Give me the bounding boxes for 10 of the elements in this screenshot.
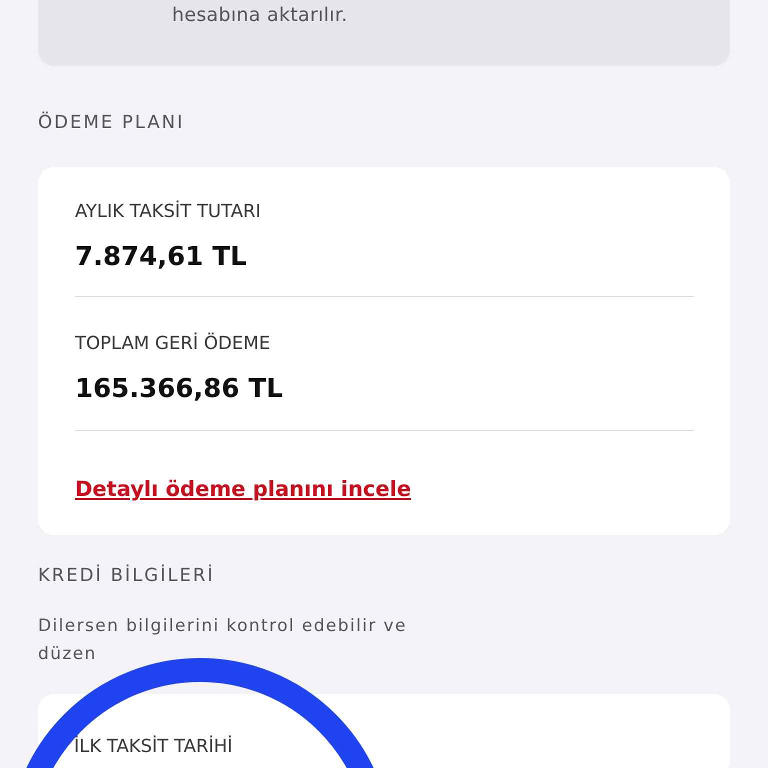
field-value: 7.874,61 TL	[75, 242, 248, 272]
field-label: İLK TAKSİT TARİHİ	[74, 734, 233, 757]
section-heading: KREDİ BİLGİLERİ	[38, 565, 216, 586]
description-text: Dilersen bilgilerini kontrol edebilir ve düzen	[38, 615, 408, 666]
field-value: 165.366,86 TL	[75, 374, 284, 404]
payment-plan-link[interactable]: Detaylı ödeme planını incele	[75, 477, 412, 501]
section-heading: ÖDEME PLANI	[38, 112, 186, 133]
field-label: TOPLAM GERİ ÖDEME	[75, 332, 272, 354]
notice-text: hesabına aktarılır.	[172, 4, 348, 26]
field-label: AYLIK TAKSİT TUTARI	[75, 200, 262, 222]
